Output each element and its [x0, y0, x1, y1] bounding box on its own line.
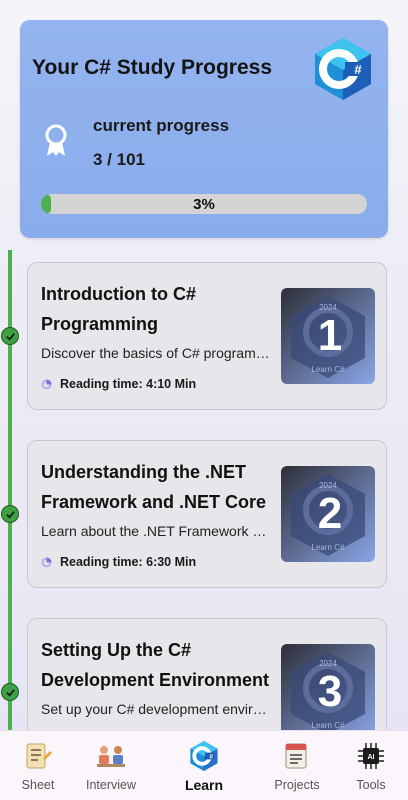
lesson-card[interactable]: Understanding the .NET Framework and .NE… — [27, 440, 387, 588]
csharp-logo-icon: # — [312, 36, 374, 102]
projects-icon — [285, 743, 307, 769]
award-ribbon-icon — [42, 124, 70, 158]
nav-label: Sheet — [21, 778, 55, 792]
nav-item-sheet[interactable]: Sheet — [2, 731, 74, 800]
nav-item-learn[interactable]: # Learn — [168, 731, 240, 800]
clock-icon — [41, 378, 52, 390]
lesson-description: Discover the basics of C# programming — [41, 345, 273, 361]
nav-label: Projects — [274, 778, 320, 792]
reading-time: Reading time: 4:10 Min — [60, 377, 197, 391]
progress-title: Your C# Study Progress — [32, 56, 273, 79]
svg-text:#: # — [210, 753, 214, 760]
progress-bar: 3% — [41, 194, 367, 214]
ai-chip-icon: AI — [358, 743, 384, 769]
lesson-number: 3 — [317, 667, 343, 716]
bottom-nav: Sheet Interview # Learn Projects AI Tool… — [0, 730, 408, 800]
reading-time: Reading time: 6:30 Min — [60, 555, 197, 569]
csharp-icon: # — [190, 740, 218, 772]
progress-percent: 3% — [193, 196, 215, 213]
lesson-number: 2 — [317, 489, 343, 538]
sheet-icon — [26, 743, 52, 769]
lesson-title: Understanding the .NET Framework and .NE… — [41, 462, 267, 512]
lesson-card[interactable]: Introduction to C# Programming Discover … — [27, 262, 387, 410]
lesson-badge-image: 2024 Learn C# 1 — [281, 288, 375, 384]
nav-label: Interview — [85, 778, 137, 792]
lesson-description: Learn about the .NET Framework and .NET … — [41, 523, 273, 539]
nav-label: Learn — [184, 777, 224, 793]
svg-text:#: # — [354, 62, 362, 77]
reading-time-row: Reading time: 4:10 Min — [41, 377, 196, 391]
progress-label: current progress — [93, 116, 230, 135]
check-icon — [1, 505, 19, 523]
reading-time-row: Reading time: 6:30 Min — [41, 555, 196, 569]
lesson-description: Set up your C# development environment — [41, 701, 273, 717]
timeline-line — [8, 250, 12, 730]
lesson-number: 1 — [317, 311, 343, 360]
lesson-badge-image: 2024 Learn C# 3 — [281, 644, 375, 740]
clock-icon — [41, 556, 52, 568]
interview-icon — [97, 746, 125, 767]
nav-item-projects[interactable]: Projects — [261, 731, 333, 800]
svg-text:AI: AI — [368, 754, 375, 761]
lesson-title: Introduction to C# Programming — [41, 284, 196, 334]
progress-count: 3 / 101 — [93, 150, 145, 169]
check-icon — [1, 683, 19, 701]
nav-item-tools[interactable]: AI Tools — [335, 731, 407, 800]
lesson-title: Setting Up the C# Development Environmen… — [41, 640, 270, 690]
nav-item-interview[interactable]: Interview — [75, 731, 147, 800]
lesson-badge-image: 2024 Learn C# 2 — [281, 466, 375, 562]
progress-card: Your C# Study Progress # current progres… — [20, 20, 388, 238]
nav-label: Tools — [356, 778, 386, 792]
check-icon — [1, 327, 19, 345]
